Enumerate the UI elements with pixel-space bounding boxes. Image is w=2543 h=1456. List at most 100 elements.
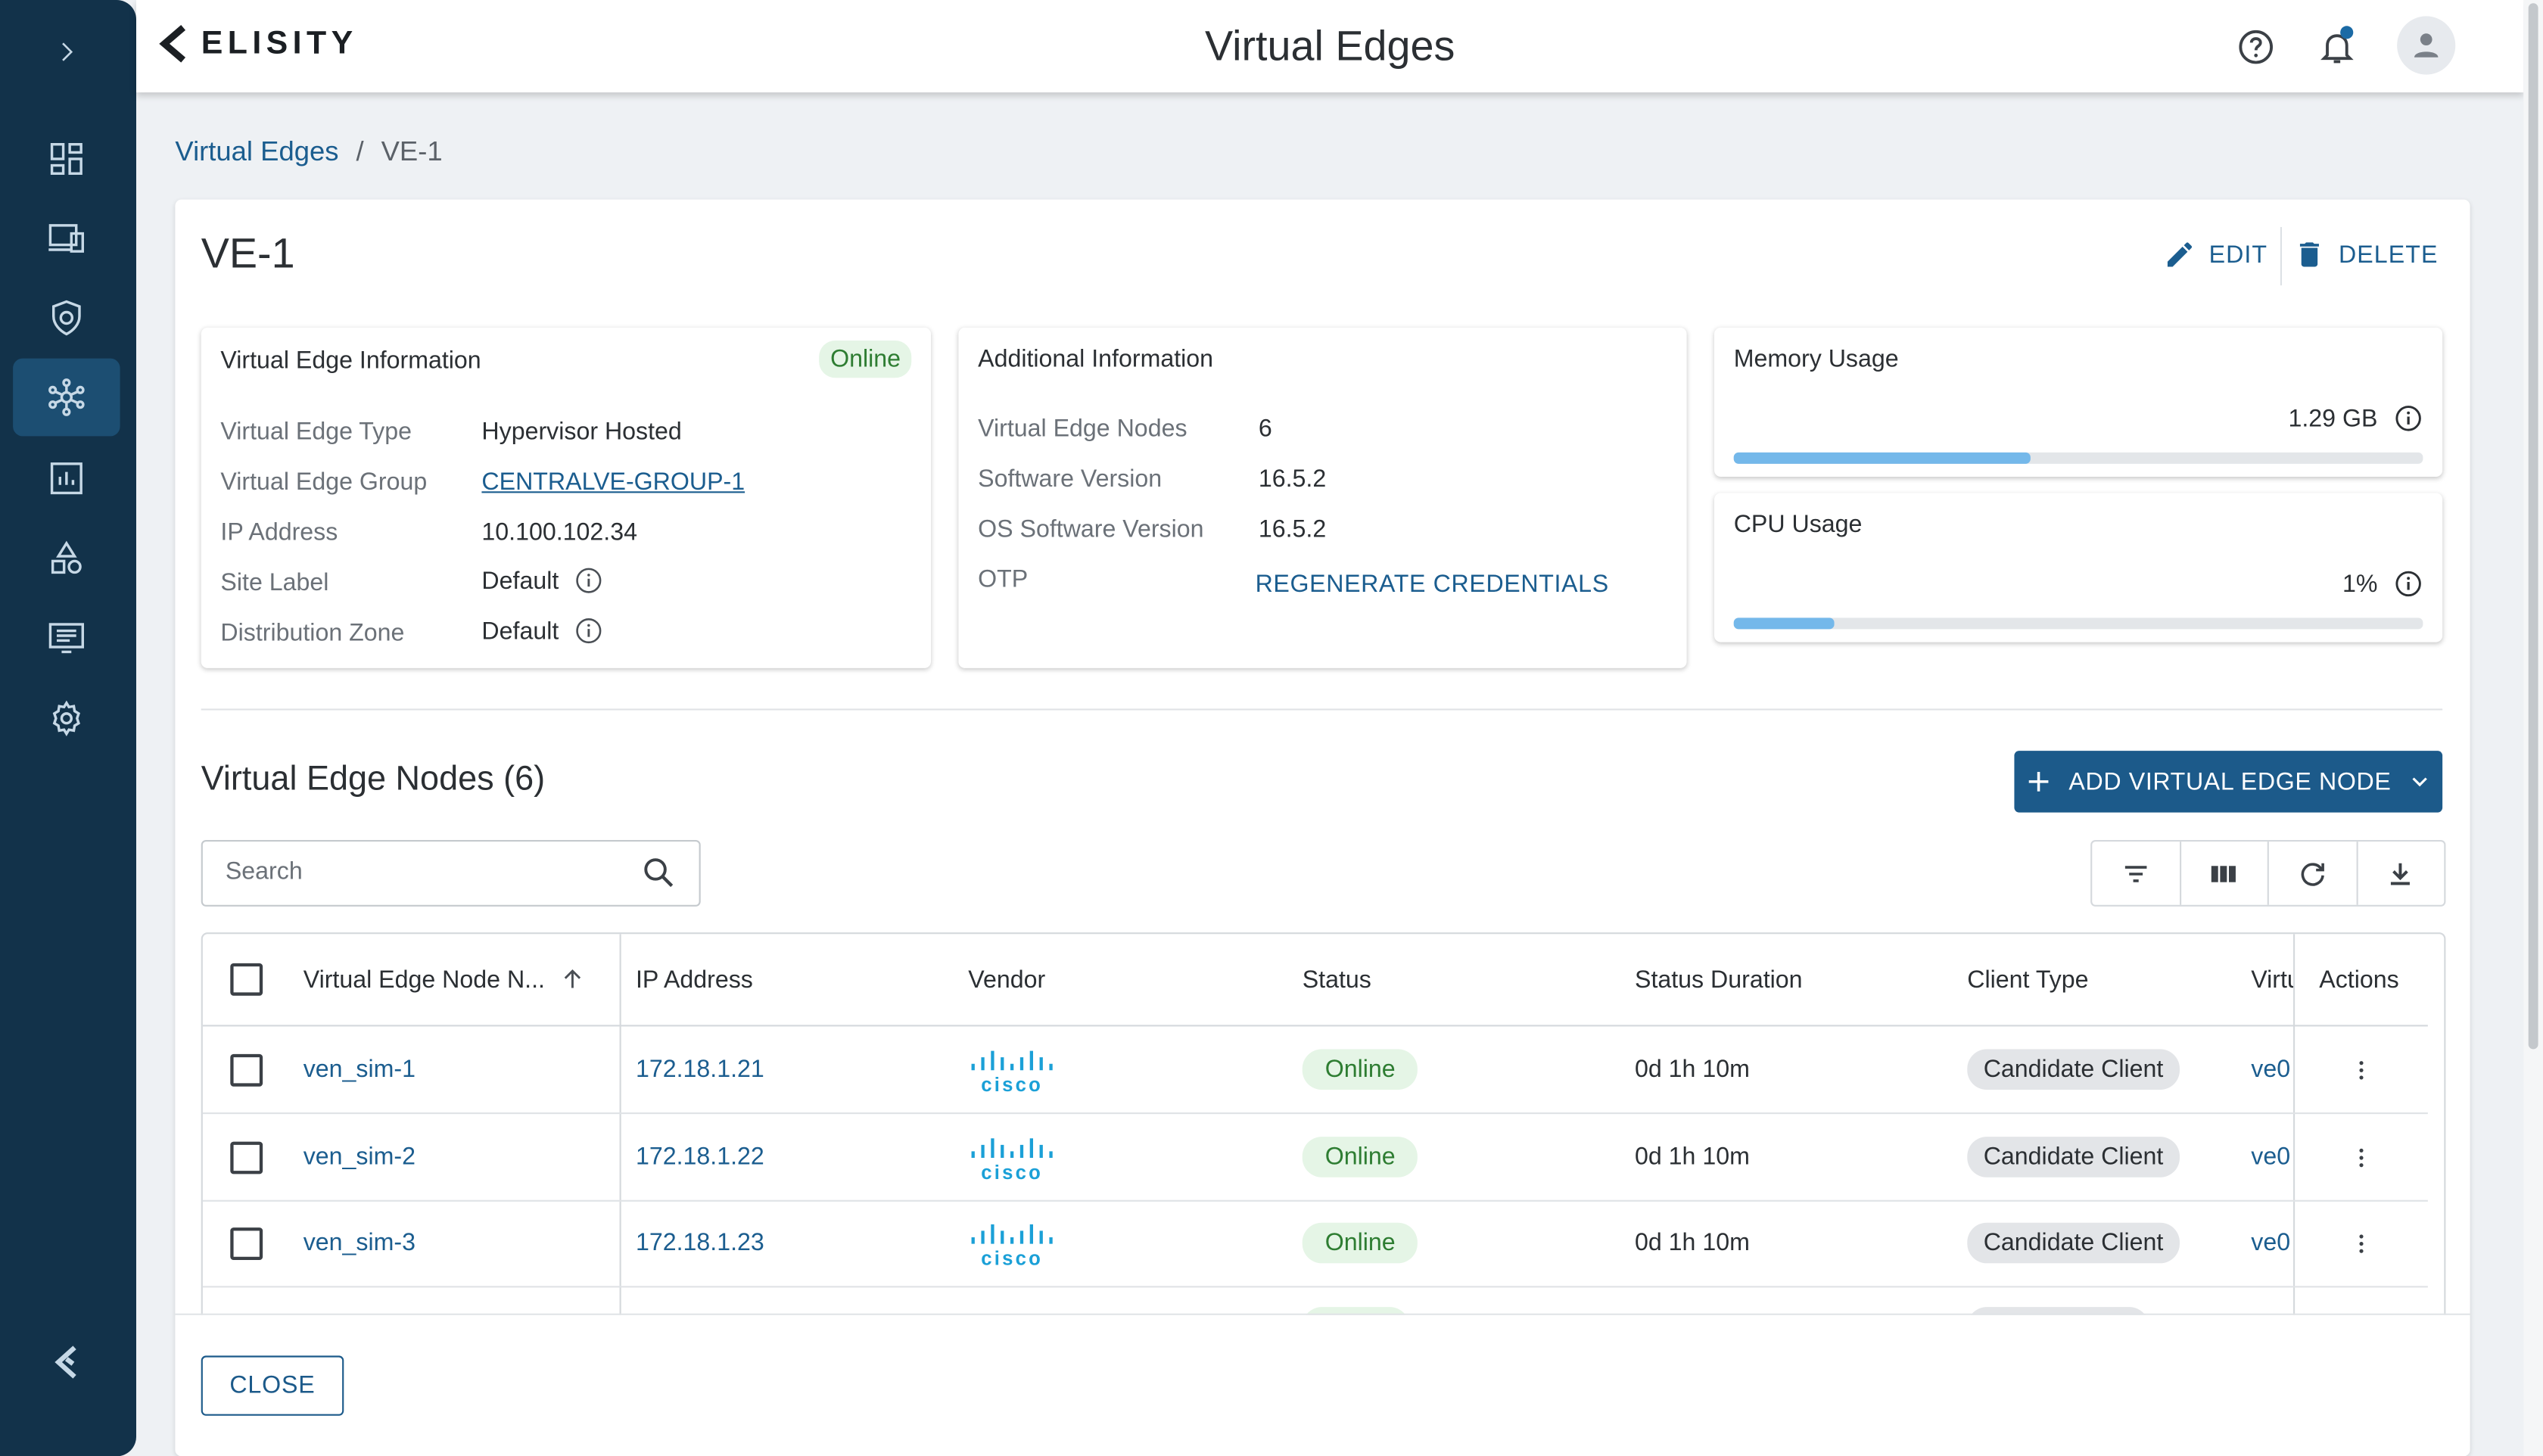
row-actions-menu[interactable] xyxy=(2347,1200,2376,1286)
column-header-virtual[interactable]: Virtu xyxy=(2251,934,2293,1025)
filter-button[interactable] xyxy=(2092,842,2181,905)
sidebar-item-settings[interactable] xyxy=(13,680,120,758)
filter-icon xyxy=(2124,865,2146,882)
memory-usage-panel: Memory Usage 1.29 GB xyxy=(1714,327,2443,477)
edit-label: EDIT xyxy=(2208,241,2268,269)
regenerate-credentials-button[interactable]: REGENERATE CREDENTIALS xyxy=(1256,571,1609,598)
sidebar-item-analytics[interactable] xyxy=(13,440,120,518)
node-ip-link[interactable]: 172.18.1.23 xyxy=(636,1200,764,1286)
cpu-usage-bar-fill xyxy=(1733,618,1834,630)
pencil-icon xyxy=(2167,242,2193,267)
sidebar-item-logs[interactable] xyxy=(13,599,120,677)
devices-icon xyxy=(48,224,84,253)
column-header-ip[interactable]: IP Address xyxy=(636,934,753,1025)
edit-button[interactable]: EDIT xyxy=(2164,238,2268,271)
breadcrumb-current: VE-1 xyxy=(381,136,443,167)
ip-address-label: IP Address xyxy=(220,518,338,547)
node-name-link[interactable]: ven_sim-1 xyxy=(303,1026,416,1112)
node-virtual-edge-link[interactable]: ve0 xyxy=(2251,1026,2293,1112)
analytics-icon xyxy=(50,462,82,495)
otp-label: OTP xyxy=(978,565,1029,594)
settings-gear-icon xyxy=(52,700,80,736)
node-name-link[interactable]: ven_sim-2 xyxy=(303,1114,416,1200)
node-virtual-edge-link[interactable]: ve0 xyxy=(2251,1200,2293,1286)
columns-button[interactable] xyxy=(2180,842,2269,905)
page-title: Virtual Edges xyxy=(1204,20,1455,70)
node-status-duration: 0d 1h 10m xyxy=(1635,1056,1750,1084)
node-ip-link[interactable]: 172.18.1.21 xyxy=(636,1026,764,1112)
sidebar-item-dashboard[interactable] xyxy=(13,120,120,198)
add-virtual-edge-node-button[interactable]: ADD VIRTUAL EDGE NODE xyxy=(2014,751,2443,813)
additional-information-panel: Additional Information Virtual Edge Node… xyxy=(958,327,1687,668)
add-virtual-edge-node-label: ADD VIRTUAL EDGE NODE xyxy=(2068,767,2392,796)
row-checkbox[interactable] xyxy=(230,1227,263,1259)
site-label-info-icon[interactable] xyxy=(574,566,603,596)
column-header-status[interactable]: Status xyxy=(1303,934,1371,1025)
sidebar-item-devices[interactable] xyxy=(13,200,120,278)
help-button[interactable] xyxy=(2228,20,2283,75)
column-header-name[interactable]: Virtual Edge Node N... xyxy=(303,934,587,1025)
ve-group-link[interactable]: CENTRALVE-GROUP-1 xyxy=(481,468,745,496)
table-row[interactable]: ven_sim-2 172.18.1.22 cisco Online 0d 1h… xyxy=(202,1114,2428,1202)
notifications-button[interactable] xyxy=(2309,20,2364,75)
sidebar-item-shapes[interactable] xyxy=(13,519,120,597)
close-button[interactable]: CLOSE xyxy=(201,1355,344,1416)
refresh-icon xyxy=(2301,862,2324,885)
cpu-usage-bar xyxy=(1733,618,2423,630)
table-row[interactable]: ven_sim-1 172.18.1.21 cisco Online 0d 1h… xyxy=(202,1026,2428,1115)
column-header-status-duration[interactable]: Status Duration xyxy=(1635,934,1803,1025)
more-vertical-icon xyxy=(2359,1147,2364,1167)
cisco-logo-icon: cisco xyxy=(971,1050,1053,1094)
software-version-label: Software Version xyxy=(978,465,1163,493)
page-scrollbar-thumb[interactable] xyxy=(2528,3,2538,1050)
chevron-right-icon xyxy=(62,42,73,61)
column-header-vendor[interactable]: Vendor xyxy=(968,934,1045,1025)
app-stage: ELISITY Virtual Edges Virtual Edges / VE… xyxy=(0,0,2543,1456)
column-header-client-type[interactable]: Client Type xyxy=(1967,934,2088,1025)
page-scrollbar[interactable] xyxy=(2523,0,2543,1456)
select-all-cell xyxy=(230,934,263,1025)
table-row[interactable]: ven_sim-3 172.18.1.23 cisco Online 0d 1h… xyxy=(202,1200,2428,1288)
row-checkbox[interactable] xyxy=(230,1140,263,1174)
columns-icon xyxy=(2212,865,2236,882)
ve-information-title: Virtual Edge Information xyxy=(220,347,481,375)
node-virtual-edge-link[interactable]: ve0 xyxy=(2251,1114,2293,1200)
distribution-zone-info-icon[interactable] xyxy=(574,616,603,646)
chevron-down-icon xyxy=(2413,777,2428,787)
ve-information-panel: Virtual Edge Information Online Virtual … xyxy=(201,327,932,668)
select-all-checkbox[interactable] xyxy=(230,963,263,996)
search-input[interactable] xyxy=(222,856,618,888)
sidebar-expand-button[interactable] xyxy=(13,13,120,91)
cpu-info-icon[interactable] xyxy=(2394,569,2423,599)
top-header: ELISITY Virtual Edges xyxy=(136,0,2524,93)
breadcrumb-virtual-edges-link[interactable]: Virtual Edges xyxy=(175,136,338,167)
sort-ascending-icon[interactable] xyxy=(558,965,587,994)
row-actions-menu[interactable] xyxy=(2347,1114,2376,1200)
refresh-button[interactable] xyxy=(2269,842,2358,905)
sidebar-item-topology[interactable] xyxy=(13,358,120,437)
search-icon[interactable] xyxy=(640,854,676,890)
os-software-version-label: OS Software Version xyxy=(978,515,1204,543)
ve-type-value: Hypervisor Hosted xyxy=(481,418,681,446)
search-field[interactable] xyxy=(201,840,701,907)
shapes-icon xyxy=(51,540,82,574)
node-name-link[interactable]: ven_sim-3 xyxy=(303,1200,416,1286)
ve-status-badge: Online xyxy=(819,341,913,378)
cpu-usage-value: 1% xyxy=(2342,569,2423,599)
memory-info-icon[interactable] xyxy=(2394,404,2423,434)
client-type-chip: Candidate Client xyxy=(1967,1222,2180,1264)
plus-icon xyxy=(2028,771,2048,792)
node-ip-link[interactable]: 172.18.1.22 xyxy=(636,1114,764,1200)
sidebar-item-policies[interactable] xyxy=(13,279,120,357)
user-avatar-button[interactable] xyxy=(2397,16,2456,75)
sidebar-collapse-logo[interactable] xyxy=(13,1324,120,1402)
row-checkbox[interactable] xyxy=(230,1053,263,1086)
more-vertical-icon xyxy=(2359,1234,2364,1252)
delete-button[interactable]: DELETE xyxy=(2293,238,2438,271)
site-label-text: Default xyxy=(481,566,559,595)
row-actions-menu[interactable] xyxy=(2347,1026,2376,1112)
download-button[interactable] xyxy=(2358,842,2445,905)
memory-usage-bar-fill xyxy=(1733,452,2031,464)
column-header-actions: Actions xyxy=(2319,966,2399,994)
svg-text:cisco: cisco xyxy=(981,1162,1043,1181)
